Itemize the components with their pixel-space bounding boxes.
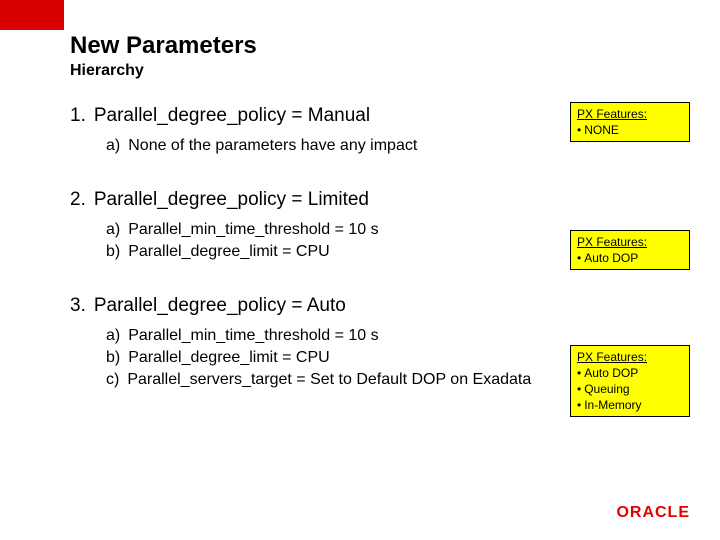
callout-box: PX Features: •NONE xyxy=(570,102,690,142)
item-text: Parallel_degree_policy = Limited xyxy=(94,189,369,210)
item-text: Parallel_degree_policy = Manual xyxy=(94,105,370,126)
sub-item: a) Parallel_min_time_threshold = 10 s xyxy=(106,327,690,345)
callout-text: Auto DOP xyxy=(584,251,638,265)
item-number: 3. xyxy=(70,295,86,316)
sub-text: None of the parameters have any impact xyxy=(128,137,417,154)
callout-line: •Auto DOP xyxy=(577,366,683,380)
sub-letter: a) xyxy=(106,221,120,238)
main-item: 2. Parallel_degree_policy = Limited xyxy=(70,189,690,211)
sub-letter: a) xyxy=(106,137,120,154)
sub-letter: c) xyxy=(106,371,119,388)
sub-text: Parallel_min_time_threshold = 10 s xyxy=(128,221,378,238)
callout-text: NONE xyxy=(584,123,619,137)
sub-text: Parallel_min_time_threshold = 10 s xyxy=(128,327,378,344)
slide-subtitle: Hierarchy xyxy=(70,62,700,80)
brand-block xyxy=(0,0,64,30)
sub-text: Parallel_servers_target = Set to Default… xyxy=(127,371,531,388)
callout-text: Auto DOP xyxy=(584,366,638,380)
callout-box: PX Features: •Auto DOP •Queuing •In-Memo… xyxy=(570,345,690,417)
sub-letter: b) xyxy=(106,349,120,366)
sub-letter: a) xyxy=(106,327,120,344)
oracle-logo: ORACLE xyxy=(616,504,690,522)
bullet-icon: • xyxy=(577,382,581,396)
sub-letter: b) xyxy=(106,243,120,260)
main-item: 3. Parallel_degree_policy = Auto xyxy=(70,295,690,317)
callout-header: PX Features: xyxy=(577,107,683,121)
bullet-icon: • xyxy=(577,251,581,265)
callout-line: •NONE xyxy=(577,123,683,137)
callout-text: In-Memory xyxy=(584,398,641,412)
callout-line: •Auto DOP xyxy=(577,251,683,265)
bullet-icon: • xyxy=(577,398,581,412)
sub-text: Parallel_degree_limit = CPU xyxy=(128,349,329,366)
callout-line: •In-Memory xyxy=(577,398,683,412)
callout-line: •Queuing xyxy=(577,382,683,396)
bullet-icon: • xyxy=(577,366,581,380)
bullet-icon: • xyxy=(577,123,581,137)
item-number: 2. xyxy=(70,189,86,210)
logo-text: ORACLE xyxy=(616,504,690,522)
item-number: 1. xyxy=(70,105,86,126)
slide-title: New Parameters xyxy=(70,32,700,60)
sub-text: Parallel_degree_limit = CPU xyxy=(128,243,329,260)
item-text: Parallel_degree_policy = Auto xyxy=(94,295,346,316)
callout-box: PX Features: •Auto DOP xyxy=(570,230,690,270)
callout-text: Queuing xyxy=(584,382,629,396)
callout-header: PX Features: xyxy=(577,235,683,249)
callout-header: PX Features: xyxy=(577,350,683,364)
header: New Parameters Hierarchy xyxy=(70,32,700,80)
